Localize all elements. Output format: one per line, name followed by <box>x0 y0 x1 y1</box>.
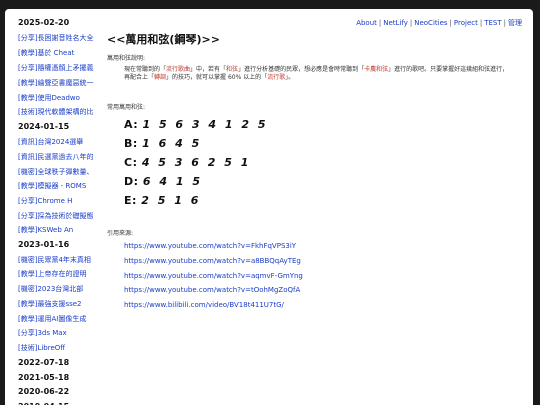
sidebar-link[interactable]: [教學]最強支援sse2 <box>18 299 98 309</box>
reference-link[interactable]: https://www.youtube.com/watch?v=aqmvF-Gm… <box>124 272 303 280</box>
chord-row: D: 6 4 1 5 <box>124 175 202 188</box>
sidebar-link[interactable]: [教學]KSWeb An <box>18 225 98 235</box>
sidebar-link[interactable]: [分享]Chrome H <box>18 196 98 206</box>
chord-name: C: <box>124 156 138 169</box>
sidebar-link[interactable]: [教學]模擬器 - ROMS <box>18 181 98 191</box>
chord-row: C: 4 5 3 6 2 5 1 <box>124 156 251 169</box>
reference-link[interactable]: https://www.youtube.com/watch?v=a8BBQqAy… <box>124 257 301 265</box>
chord-name: A: <box>124 118 139 131</box>
sidebar-link[interactable]: [教學]使用Deadwo <box>18 93 98 103</box>
intro-link[interactable]: 流行歌 <box>267 74 285 81</box>
sidebar-link[interactable]: [技術]LibreOff <box>18 343 98 353</box>
chord-name: D: <box>124 175 139 188</box>
chord-numbers: 1 5 6 3 4 1 2 5 <box>142 118 269 131</box>
chord-numbers: 6 4 1 5 <box>142 175 203 188</box>
refs-label: 引用來源: <box>107 230 134 237</box>
reference-link[interactable]: https://www.bilibili.com/video/BV18t411U… <box>124 301 284 309</box>
chord-numbers: 4 5 3 6 2 5 1 <box>141 156 251 169</box>
intro-text: 現在常聽到的「 <box>124 66 167 73</box>
sidebar-link[interactable]: [技術]現代軟體架構的比 <box>18 107 98 117</box>
page: 2025-02-20 [分享]長困謝音姓名大全 [教學]基於 Cheat [分享… <box>5 9 533 405</box>
page-title: <<萬用和弦(鋼琴)>> <box>107 33 220 46</box>
intro-text: 」的技巧，就可以掌握 60% 以上的「 <box>166 74 268 81</box>
sidebar-link[interactable]: [機密]全球秩子彈數量、 <box>18 167 98 177</box>
intro-label: 萬用和弦說明: <box>107 55 146 62</box>
sidebar-link[interactable]: [機密]民眾黨4年末真相 <box>18 255 98 265</box>
intro-text: 」中，若有「 <box>190 66 227 73</box>
reference-link[interactable]: https://www.youtube.com/watch?v=FkhFqVPS… <box>124 242 296 250</box>
chords-label: 常用萬用和弦: <box>107 104 146 111</box>
chord-row: B: 1 6 4 5 <box>124 137 202 150</box>
chord-numbers: 1 6 4 5 <box>142 137 202 150</box>
chord-name: B: <box>124 137 138 150</box>
sidebar-link[interactable]: [教學]基於 Cheat <box>18 48 98 58</box>
main-content: <<萬用和弦(鋼琴)>> 萬用和弦說明: 現在常聽到的「流行歌曲」中，若有「和弦… <box>107 9 527 405</box>
sidebar-link[interactable]: [分享]隨權憑顏上矛擺義 <box>18 63 98 73</box>
sidebar: 2025-02-20 [分享]長困謝音姓名大全 [教學]基於 Cheat [分享… <box>5 9 100 405</box>
sidebar-link[interactable]: [資訊]民選黨過去八年的 <box>18 152 98 162</box>
sidebar-date: 2024-01-15 <box>18 122 70 131</box>
sidebar-date: 2022-07-18 <box>18 358 70 367</box>
chord-row: E: 2 5 1 6 <box>124 194 201 207</box>
sidebar-date: 2021-05-18 <box>18 373 70 382</box>
sidebar-date: 2020-06-22 <box>18 387 70 396</box>
sidebar-link[interactable]: [分享]長困謝音姓名大全 <box>18 33 98 43</box>
chord-row: A: 1 5 6 3 4 1 2 5 <box>124 118 268 131</box>
sidebar-link[interactable]: [教學]繪聲亞書魔惡統一 <box>18 78 98 88</box>
sidebar-date: 2023-01-16 <box>18 240 70 249</box>
intro-link[interactable]: 轉調 <box>154 74 166 81</box>
chord-name: E: <box>124 194 137 207</box>
sidebar-link[interactable]: [教學]上帝存在的證明 <box>18 269 98 279</box>
intro-text: 」進行分析基礎的民眾，想必應是會時常聽到「 <box>238 66 365 73</box>
sidebar-link[interactable]: [機密]2023台灣北部 <box>18 284 98 294</box>
intro-link[interactable]: 和弦 <box>226 66 238 73</box>
sidebar-link[interactable]: [分享]採為技術於礎擬態 <box>18 211 98 221</box>
intro-link[interactable]: 流行歌曲 <box>166 66 190 73</box>
sidebar-link[interactable]: [分享]3ds Max <box>18 328 98 338</box>
sidebar-link[interactable]: [教學]運用AI圖像生成 <box>18 314 98 324</box>
reference-link[interactable]: https://www.youtube.com/watch?v=tOohMgZo… <box>124 286 300 294</box>
intro-text: 」。 <box>285 74 295 81</box>
intro-link[interactable]: 卡農和弦 <box>364 66 388 73</box>
sidebar-date: 2025-02-20 <box>18 18 70 27</box>
intro-paragraph: 現在常聽到的「流行歌曲」中，若有「和弦」進行分析基礎的民眾，想必應是會時常聽到「… <box>124 66 514 82</box>
sidebar-link[interactable]: [資訊]台灣2024選舉 <box>18 137 98 147</box>
chord-numbers: 2 5 1 6 <box>141 194 201 207</box>
